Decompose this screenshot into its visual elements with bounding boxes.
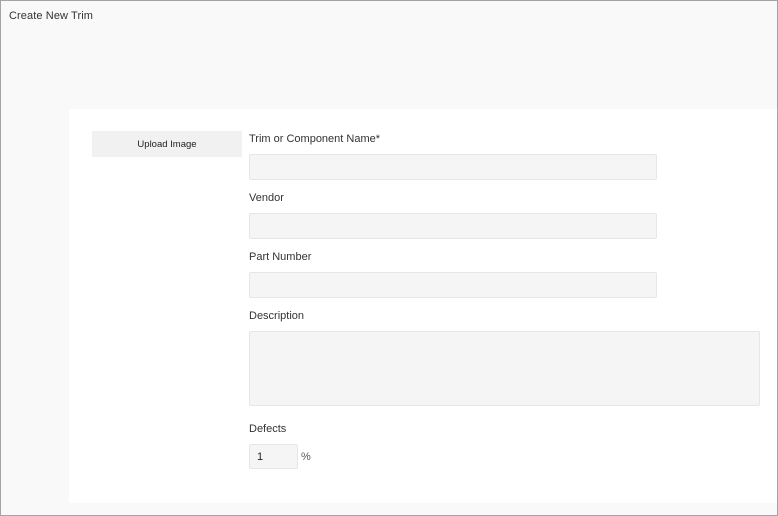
upload-image-button[interactable]: Upload Image — [92, 131, 242, 157]
defects-label: Defects — [249, 423, 287, 435]
description-label: Description — [249, 310, 305, 322]
create-trim-window: Create New Trim Upload Image Trim or Com… — [0, 0, 778, 516]
description-field[interactable] — [249, 331, 760, 406]
name-field[interactable] — [249, 154, 657, 180]
vendor-label: Vendor — [249, 192, 284, 204]
vendor-field[interactable] — [249, 213, 657, 239]
name-label: Trim or Component Name* — [249, 133, 381, 145]
part-number-label: Part Number — [249, 251, 312, 263]
window-title: Create New Trim — [9, 10, 94, 22]
percent-unit: % — [301, 451, 311, 463]
part-number-field[interactable] — [249, 272, 657, 298]
form-panel: Upload Image Trim or Component Name* Ven… — [69, 109, 777, 503]
defects-input[interactable] — [249, 444, 298, 469]
